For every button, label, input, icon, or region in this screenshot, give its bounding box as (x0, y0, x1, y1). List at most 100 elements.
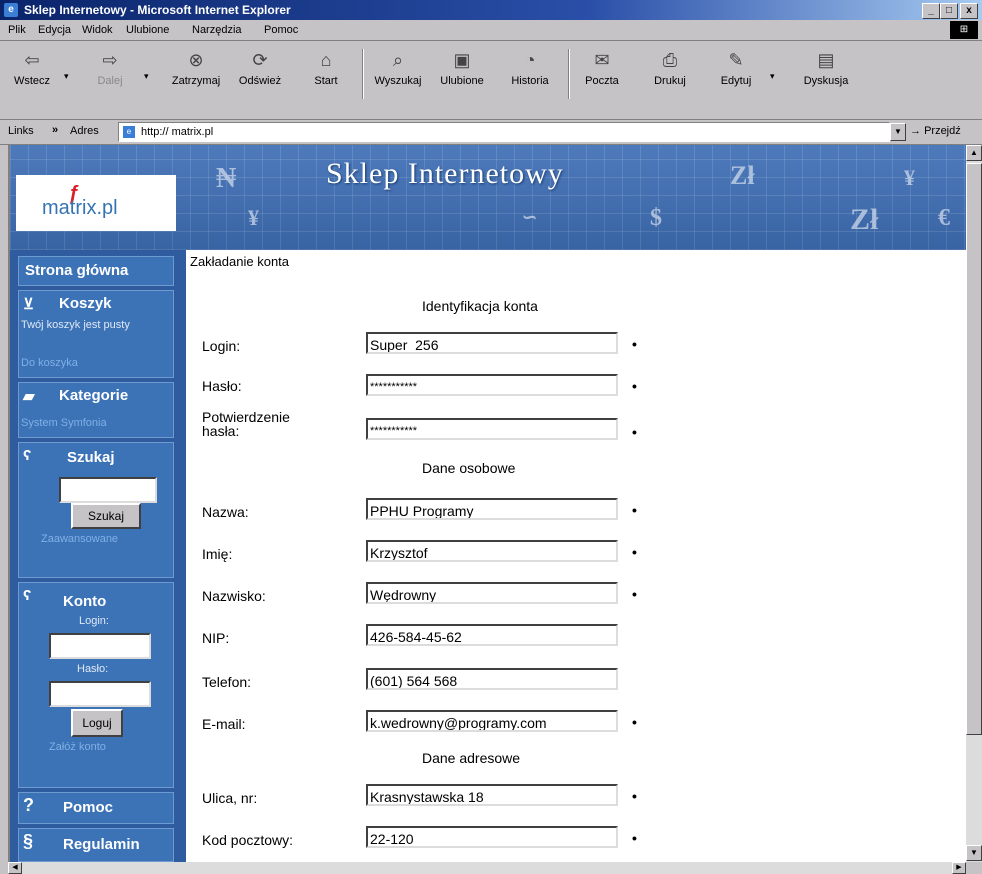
confirm-password-input[interactable]: *********** (366, 418, 618, 440)
street-input[interactable]: Krasnystawska 18 (366, 784, 618, 806)
menu-view[interactable]: Widok (82, 24, 113, 36)
cart-title: Koszyk (59, 295, 112, 312)
last-name-label: Nazwisko: (202, 588, 266, 604)
postal-code-label: Kod pocztowy: (202, 832, 294, 848)
required-mark: • (632, 586, 637, 602)
phone-label: Telefon: (202, 674, 252, 690)
mail-button[interactable]: ✉ Poczta (572, 47, 632, 103)
last-name-input[interactable]: Wędrowny (366, 582, 618, 604)
scroll-up-icon[interactable]: ▲ (966, 145, 982, 161)
vertical-scrollbar[interactable]: ▲ ▼ (966, 145, 982, 862)
windows-logo-icon: ⊞ (950, 21, 978, 39)
sidebar-search-button[interactable]: Szukaj (71, 503, 141, 529)
scroll-down-icon[interactable]: ▼ (966, 845, 982, 861)
key-icon: ʕ (23, 447, 32, 464)
sidebar-login-label: Login: (79, 615, 109, 627)
category-link[interactable]: System Symfonia (21, 417, 107, 429)
currency-symbol-icon: ¥ (248, 205, 259, 230)
back-dropdown-icon[interactable]: ▾ (64, 71, 69, 82)
forward-dropdown-icon[interactable]: ▾ (144, 71, 149, 82)
sidebar-password-label: Hasło: (77, 663, 109, 675)
required-mark: • (632, 502, 637, 518)
minimize-button[interactable]: _ (922, 3, 940, 19)
register-link[interactable]: Załóż konto (49, 741, 106, 753)
scroll-thumb[interactable] (966, 163, 982, 735)
required-mark: • (632, 830, 637, 846)
section-identification: Identyfikacja konta (422, 298, 538, 314)
search-button[interactable]: ⌕ Wyszukaj (368, 47, 428, 103)
discuss-button[interactable]: ▤ Dyskusja (796, 47, 856, 103)
back-button[interactable]: ⇦ Wstecz (2, 47, 62, 103)
horizontal-scrollbar[interactable]: ◀ ▶ (8, 862, 966, 874)
sidebar-login-input[interactable] (49, 633, 151, 659)
categories-title: Kategorie (59, 387, 129, 404)
forward-arrow-icon: ⇨ (102, 50, 118, 70)
cart-box: ⊻ Koszyk Twój koszyk jest pusty Do koszy… (18, 290, 174, 378)
address-input[interactable]: e http:// matrix.pl (118, 122, 890, 142)
required-mark: • (632, 544, 637, 560)
account-title: Konto (63, 593, 107, 610)
advanced-search-link[interactable]: Zaawansowane (41, 533, 118, 545)
links-button[interactable]: Links (8, 125, 34, 137)
toolbar-divider (568, 49, 570, 99)
home-icon: ⌂ (320, 50, 332, 70)
history-button[interactable]: ◔ Historia (500, 47, 560, 103)
required-mark: • (632, 424, 637, 440)
login-input[interactable]: Super_256 (366, 332, 618, 354)
menu-edit[interactable]: Edycja (38, 24, 71, 36)
currency-symbol-icon: Zł (730, 161, 755, 190)
first-name-input[interactable]: Krzysztof (366, 540, 618, 562)
chevron-right-icon[interactable]: » (52, 124, 58, 136)
menu-file[interactable]: Plik (8, 24, 26, 36)
print-button[interactable]: ⎙ Drukuj (640, 47, 700, 103)
logo[interactable]: ƒ matrix.pl (16, 175, 176, 231)
edit-button[interactable]: ✎ Edytuj (706, 47, 766, 103)
favorites-button[interactable]: ▣ Ulubione (432, 47, 492, 103)
menu-tools[interactable]: Narzędzia (192, 24, 242, 36)
forward-button[interactable]: ⇨ Dalej (80, 47, 140, 103)
stop-button[interactable]: ⊗ Zatrzymaj (166, 47, 226, 103)
scroll-left-icon[interactable]: ◀ (8, 862, 22, 874)
cart-link[interactable]: Do koszyka (21, 357, 78, 369)
sidebar-password-input[interactable] (49, 681, 151, 707)
menu-favorites[interactable]: Ulubione (126, 24, 169, 36)
required-mark: • (632, 788, 637, 804)
edit-icon: ✎ (728, 50, 744, 70)
address-bar: Links » Adres e http:// matrix.pl ▼ → Pr… (0, 120, 982, 145)
discussion-icon: ▤ (817, 50, 835, 70)
page-icon: e (123, 126, 135, 138)
maximize-button[interactable]: □ (940, 3, 958, 19)
address-dropdown-icon[interactable]: ▼ (890, 123, 906, 141)
home-button[interactable]: ⌂ Start (296, 47, 356, 103)
back-arrow-icon: ⇦ (24, 50, 40, 70)
scroll-right-icon[interactable]: ▶ (952, 862, 966, 874)
password-input[interactable]: *********** (366, 374, 618, 396)
postal-code-input[interactable]: 22-120 (366, 826, 618, 848)
email-input[interactable]: k.wedrowny@programy.com (366, 710, 618, 732)
sidebar-search-input[interactable] (59, 477, 157, 503)
confirm-label-line2: hasła: (202, 423, 240, 439)
company-name-input[interactable]: PPHU Programy (366, 498, 618, 520)
key-icon: ʕ (23, 587, 32, 604)
nip-input[interactable]: 426-584-45-62 (366, 624, 618, 646)
go-button[interactable]: → Przejdź (910, 125, 961, 137)
refresh-button[interactable]: ⟳ Odśwież (230, 47, 290, 103)
login-button-label: Loguj (82, 716, 112, 730)
currency-symbol-icon: Zł (850, 203, 879, 236)
history-icon: ◔ (524, 50, 536, 70)
stop-icon: ⊗ (188, 50, 204, 70)
address-label: Adres (70, 125, 99, 137)
rules-link[interactable]: § Regulamin (18, 828, 174, 862)
currency-symbol-icon: ₦ (216, 163, 237, 194)
favorites-folder-icon: ▣ (453, 50, 471, 70)
currency-symbol-icon: $ (650, 205, 662, 231)
home-link-label: Strona główna (25, 262, 129, 279)
edit-dropdown-icon[interactable]: ▾ (770, 71, 775, 82)
close-button[interactable]: x (960, 3, 978, 19)
help-link[interactable]: ? Pomoc (18, 792, 174, 824)
section-personal: Dane osobowe (422, 460, 516, 476)
menu-help[interactable]: Pomoc (264, 24, 298, 36)
phone-input[interactable]: (601) 564 568 (366, 668, 618, 690)
login-button[interactable]: Loguj (71, 709, 123, 737)
home-link[interactable]: Strona główna (18, 256, 174, 286)
